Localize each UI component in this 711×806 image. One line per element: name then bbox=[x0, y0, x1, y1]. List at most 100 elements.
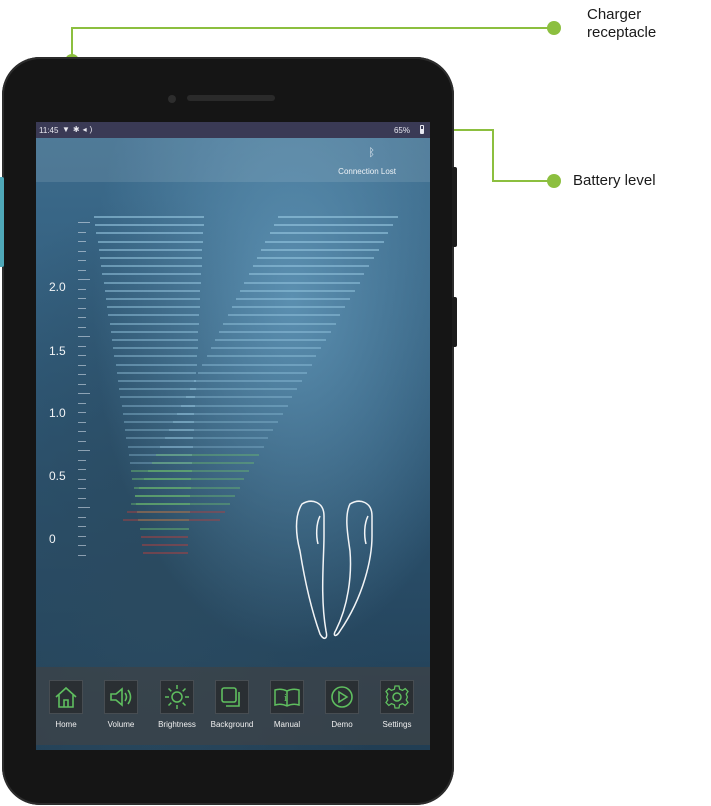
left-level-bar bbox=[98, 248, 203, 251]
settings-label: Settings bbox=[382, 720, 412, 729]
home-button[interactable]: Home bbox=[42, 680, 90, 729]
status-bar: 11:45 ▼✱◂) 65% bbox=[36, 122, 430, 138]
scale-label-1-0: 1.0 bbox=[49, 406, 66, 420]
left-level-bar bbox=[143, 552, 188, 555]
brightness-icon bbox=[165, 685, 189, 709]
scale-tick bbox=[78, 469, 86, 470]
right-level-bar bbox=[257, 257, 374, 259]
side-tab bbox=[0, 177, 4, 267]
bottom-toolbar: Home Volume Brightness Background i Manu… bbox=[36, 667, 430, 745]
settings-button[interactable]: Settings bbox=[373, 680, 421, 729]
status-time: 11:45 bbox=[39, 126, 59, 135]
scale-tick bbox=[78, 507, 90, 508]
status-icons: ▼✱◂) bbox=[62, 125, 95, 134]
left-level-bar bbox=[142, 544, 188, 546]
scale-label-2-0: 2.0 bbox=[49, 280, 66, 294]
scale-tick bbox=[78, 222, 90, 223]
scale-tick bbox=[78, 250, 86, 252]
demo-play-icon bbox=[331, 686, 353, 708]
left-level-bar bbox=[140, 535, 189, 538]
scale-tick bbox=[78, 440, 86, 442]
background-icon bbox=[221, 687, 240, 707]
right-level-bar bbox=[198, 371, 307, 374]
left-level-bar bbox=[104, 289, 201, 292]
left-level-bar bbox=[118, 380, 196, 382]
right-level-bar bbox=[273, 224, 394, 227]
scale-tick bbox=[78, 355, 86, 356]
bluetooth-icon: ✱ bbox=[72, 125, 83, 134]
scale-tick bbox=[78, 317, 86, 318]
earpiece-illustration bbox=[295, 500, 373, 639]
scale-tick bbox=[78, 545, 86, 546]
sound-icon: ◂) bbox=[82, 125, 96, 134]
volume-icon-box bbox=[104, 680, 138, 714]
volume-button[interactable]: Volume bbox=[97, 680, 145, 729]
left-level-bar bbox=[120, 396, 196, 399]
right-level-bar bbox=[189, 388, 298, 391]
scale-tick bbox=[78, 231, 86, 233]
manual-icon-box: i bbox=[270, 680, 304, 714]
left-level-bar bbox=[112, 339, 198, 341]
brightness-button[interactable]: Brightness bbox=[153, 680, 201, 729]
right-level-bar bbox=[147, 470, 250, 473]
battery-percent: 65% bbox=[393, 126, 410, 135]
volume-button bbox=[452, 297, 457, 347]
home-icon bbox=[55, 686, 77, 708]
right-level-bar bbox=[143, 478, 245, 481]
left-level-bar bbox=[107, 306, 200, 309]
front-camera bbox=[168, 95, 176, 103]
scale-tick bbox=[78, 288, 86, 290]
right-level-bar bbox=[156, 453, 259, 456]
right-level-bar bbox=[152, 462, 254, 464]
left-level-bar bbox=[102, 273, 202, 276]
volume-icon bbox=[110, 687, 132, 707]
scale-tick bbox=[78, 497, 86, 499]
left-level-bar bbox=[116, 371, 197, 374]
left-level-bar bbox=[108, 314, 200, 317]
scale-tick bbox=[78, 336, 90, 337]
battery-level-label: Battery level bbox=[573, 172, 656, 189]
right-level-bar bbox=[177, 412, 283, 415]
left-earpiece-inner bbox=[315, 515, 321, 545]
scale-label-0-5: 0.5 bbox=[49, 469, 66, 483]
scale-tick bbox=[78, 298, 86, 299]
scale-tick bbox=[78, 269, 86, 271]
brightness-icon-box bbox=[160, 680, 194, 714]
scale-label-0: 0 bbox=[49, 532, 56, 546]
right-level-bar bbox=[261, 248, 379, 251]
scale-tick bbox=[78, 326, 86, 328]
right-level-bar bbox=[122, 519, 221, 522]
right-level-bar bbox=[265, 240, 384, 243]
scale-tick bbox=[78, 402, 86, 404]
demo-button[interactable]: Demo bbox=[318, 680, 366, 729]
battery-icon bbox=[420, 125, 424, 134]
brightness-label: Brightness bbox=[158, 720, 196, 729]
background-icon-box bbox=[215, 680, 249, 714]
right-level-bar bbox=[126, 511, 226, 514]
right-level-bar bbox=[269, 232, 389, 235]
right-level-bar bbox=[240, 289, 355, 292]
right-level-bar bbox=[206, 355, 317, 358]
scale-tick bbox=[78, 364, 86, 366]
right-level-bar bbox=[164, 437, 269, 440]
bluetooth-icon: ᛒ bbox=[368, 147, 375, 159]
home-icon-box bbox=[49, 680, 83, 714]
left-level-bar bbox=[115, 363, 197, 366]
right-level-bar bbox=[248, 273, 365, 276]
right-level-bar bbox=[139, 486, 240, 489]
left-level-bar bbox=[100, 257, 202, 259]
left-level-bar bbox=[103, 281, 201, 284]
manual-button[interactable]: i Manual bbox=[263, 680, 311, 729]
background-button[interactable]: Background bbox=[208, 680, 256, 729]
right-level-bar bbox=[210, 347, 322, 350]
right-level-bar bbox=[160, 445, 264, 448]
right-level-bar bbox=[227, 314, 341, 317]
left-level-bar bbox=[106, 298, 200, 300]
charger-callout-line bbox=[71, 27, 554, 60]
connection-header: ᛒ Connection Lost bbox=[36, 138, 430, 182]
scale-tick bbox=[78, 450, 90, 451]
tablet-screen: 11:45 ▼✱◂) 65% ᛒ Connection Lost 2.0 1.5… bbox=[36, 122, 430, 750]
manual-label: Manual bbox=[273, 720, 301, 729]
left-level-bar bbox=[119, 388, 196, 391]
power-button bbox=[452, 167, 457, 247]
